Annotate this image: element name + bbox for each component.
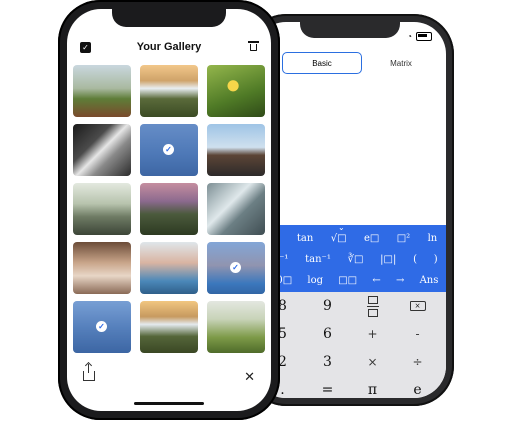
sci-key[interactable]: log [307, 275, 323, 286]
key-6[interactable]: 6 [305, 324, 350, 344]
photo-thumbnail[interactable] [207, 124, 265, 176]
key-÷[interactable]: ÷ [395, 352, 440, 372]
photo-thumbnail[interactable] [207, 65, 265, 117]
photo-thumbnail[interactable] [140, 65, 198, 117]
key-+[interactable]: + [350, 324, 395, 344]
gallery-phone: ✓ Your Gallery ✓ ✓ ✓ ✕ [58, 0, 280, 420]
sci-row: cos⁻¹tan⁻¹∛□|□|() [254, 254, 446, 265]
photo-thumbnail[interactable] [207, 301, 265, 353]
fraction-icon [366, 295, 379, 317]
backspace-icon: × [409, 301, 426, 311]
calculator-display[interactable] [254, 80, 446, 220]
sci-key[interactable]: |□| [380, 254, 396, 265]
calculator-screen: ◔ Basic Matrix ⌄ costan√□e□□²ln cos⁻¹tan… [254, 22, 446, 398]
sci-key[interactable]: ln [428, 233, 438, 244]
page-title: Your Gallery [136, 41, 202, 53]
key-=[interactable]: = [305, 380, 350, 398]
sci-row: ×10□log□□←→Ans [254, 275, 446, 286]
sci-key[interactable]: tan⁻¹ [305, 254, 331, 265]
home-indicator [134, 402, 204, 405]
sci-row: costan√□e□□²ln [254, 233, 446, 244]
number-pad: 8 9 × 5 6 + -2 3 × ÷. = π e [254, 292, 446, 398]
trash-icon[interactable] [248, 41, 259, 52]
photo-thumbnail[interactable]: ✓ [207, 242, 265, 294]
photo-thumbnail[interactable] [140, 183, 198, 235]
photo-thumbnail[interactable]: ✓ [73, 301, 131, 353]
status-bar: ◔ [407, 32, 432, 41]
keypad-grid: 8 9 × 5 6 + -2 3 × ÷. = π e [260, 295, 440, 398]
scientific-keyboard: ⌄ costan√□e□□²ln cos⁻¹tan⁻¹∛□|□|() ×10□l… [254, 223, 446, 292]
photo-thumbnail[interactable] [140, 301, 198, 353]
gallery-header: ✓ Your Gallery [67, 39, 271, 57]
sci-key[interactable]: □² [397, 233, 410, 244]
fraction-key[interactable] [350, 295, 395, 317]
phone-notch [300, 22, 400, 38]
backspace-key[interactable]: × [395, 296, 440, 316]
photo-thumbnail[interactable] [140, 242, 198, 294]
photo-thumbnail[interactable] [73, 65, 131, 117]
sci-key[interactable]: □□ [338, 275, 357, 286]
sci-key[interactable]: ( [413, 254, 417, 265]
battery-icon [416, 32, 432, 41]
mode-segmented-control: Basic Matrix [282, 52, 440, 74]
wifi-icon: ◔ [407, 32, 412, 41]
key-3[interactable]: 3 [305, 352, 350, 372]
selected-check-icon: ✓ [230, 262, 241, 273]
sci-key[interactable]: √□ [331, 233, 347, 244]
sci-key[interactable]: ∛□ [348, 254, 364, 265]
sci-key[interactable]: tan [297, 233, 313, 244]
gallery-screen: ✓ Your Gallery ✓ ✓ ✓ ✕ [67, 9, 271, 411]
collapse-chevron-icon[interactable]: ⌄ [338, 223, 345, 232]
photo-thumbnail[interactable]: ✓ [140, 124, 198, 176]
key-9[interactable]: 9 [305, 296, 350, 316]
share-icon[interactable] [83, 364, 95, 381]
sci-key[interactable]: Ans [420, 275, 439, 286]
key-π[interactable]: π [350, 380, 395, 398]
sci-key[interactable]: ) [434, 254, 438, 265]
selected-check-icon: ✓ [96, 321, 107, 332]
photo-thumbnail[interactable] [73, 124, 131, 176]
sci-key[interactable]: → [396, 275, 404, 286]
key-×[interactable]: × [350, 352, 395, 372]
phone-notch [112, 9, 226, 27]
tab-matrix[interactable]: Matrix [362, 52, 440, 74]
photo-grid: ✓ ✓ ✓ [73, 65, 265, 353]
key--[interactable]: - [395, 324, 440, 344]
sci-key[interactable]: e□ [364, 233, 379, 244]
photo-thumbnail[interactable] [207, 183, 265, 235]
sci-key[interactable]: ← [372, 275, 380, 286]
photo-thumbnail[interactable] [73, 183, 131, 235]
selected-check-icon: ✓ [163, 144, 174, 155]
key-e[interactable]: e [395, 380, 440, 398]
photo-thumbnail[interactable] [73, 242, 131, 294]
tab-basic[interactable]: Basic [282, 52, 362, 74]
close-icon[interactable]: ✕ [244, 370, 255, 383]
